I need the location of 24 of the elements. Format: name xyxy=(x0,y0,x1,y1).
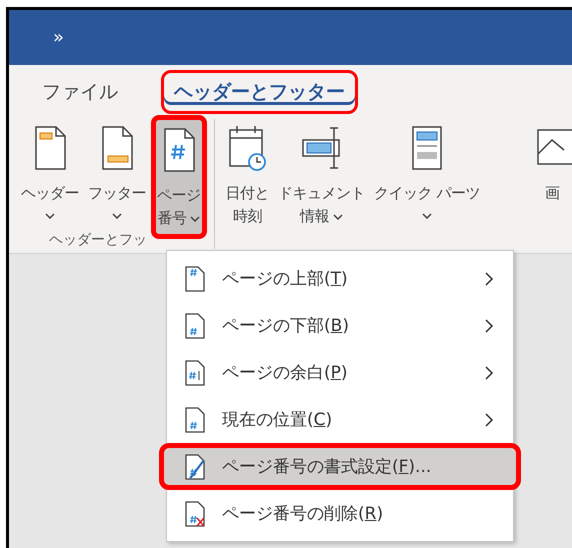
ribbon-button[interactable]: 画 xyxy=(532,115,572,212)
menu-item[interactable]: ページの下部(B) xyxy=(167,302,513,349)
menu-item[interactable]: ページ番号の書式設定(F)... xyxy=(159,443,521,490)
menu-item[interactable]: ページの余白(P) xyxy=(167,349,513,396)
calendar-clock-icon xyxy=(227,124,268,172)
ribbon-button[interactable]: クイック パーツ xyxy=(370,115,484,226)
ribbon-button[interactable]: ヘッダー xyxy=(17,115,83,226)
page-icon xyxy=(184,312,206,338)
menu-item[interactable]: ページ番号の削除(R) xyxy=(167,490,513,537)
page-icon xyxy=(184,360,206,386)
page-brush-icon xyxy=(184,454,206,480)
ribbon-button[interactable]: ドキュメント 情報 xyxy=(274,115,369,235)
group-label: ヘッダーとフッ xyxy=(49,231,147,249)
page-icon xyxy=(184,266,206,292)
overflow-button[interactable]: » xyxy=(53,27,64,48)
menu-item[interactable]: ページの上部(T) xyxy=(167,255,513,302)
ribbon-button[interactable]: ページ 番号 xyxy=(151,115,206,239)
ribbon-button[interactable]: フッター xyxy=(84,115,150,226)
page-cross-icon xyxy=(184,500,206,526)
ribbon-button[interactable]: 日付と 時刻 xyxy=(222,115,273,235)
ribbon-tab[interactable]: ファイル xyxy=(29,70,131,114)
page-icon xyxy=(184,406,206,432)
menu-item[interactable]: 現在の位置(C) xyxy=(167,396,513,443)
ribbon-tab[interactable]: ヘッダーとフッター xyxy=(161,70,358,114)
